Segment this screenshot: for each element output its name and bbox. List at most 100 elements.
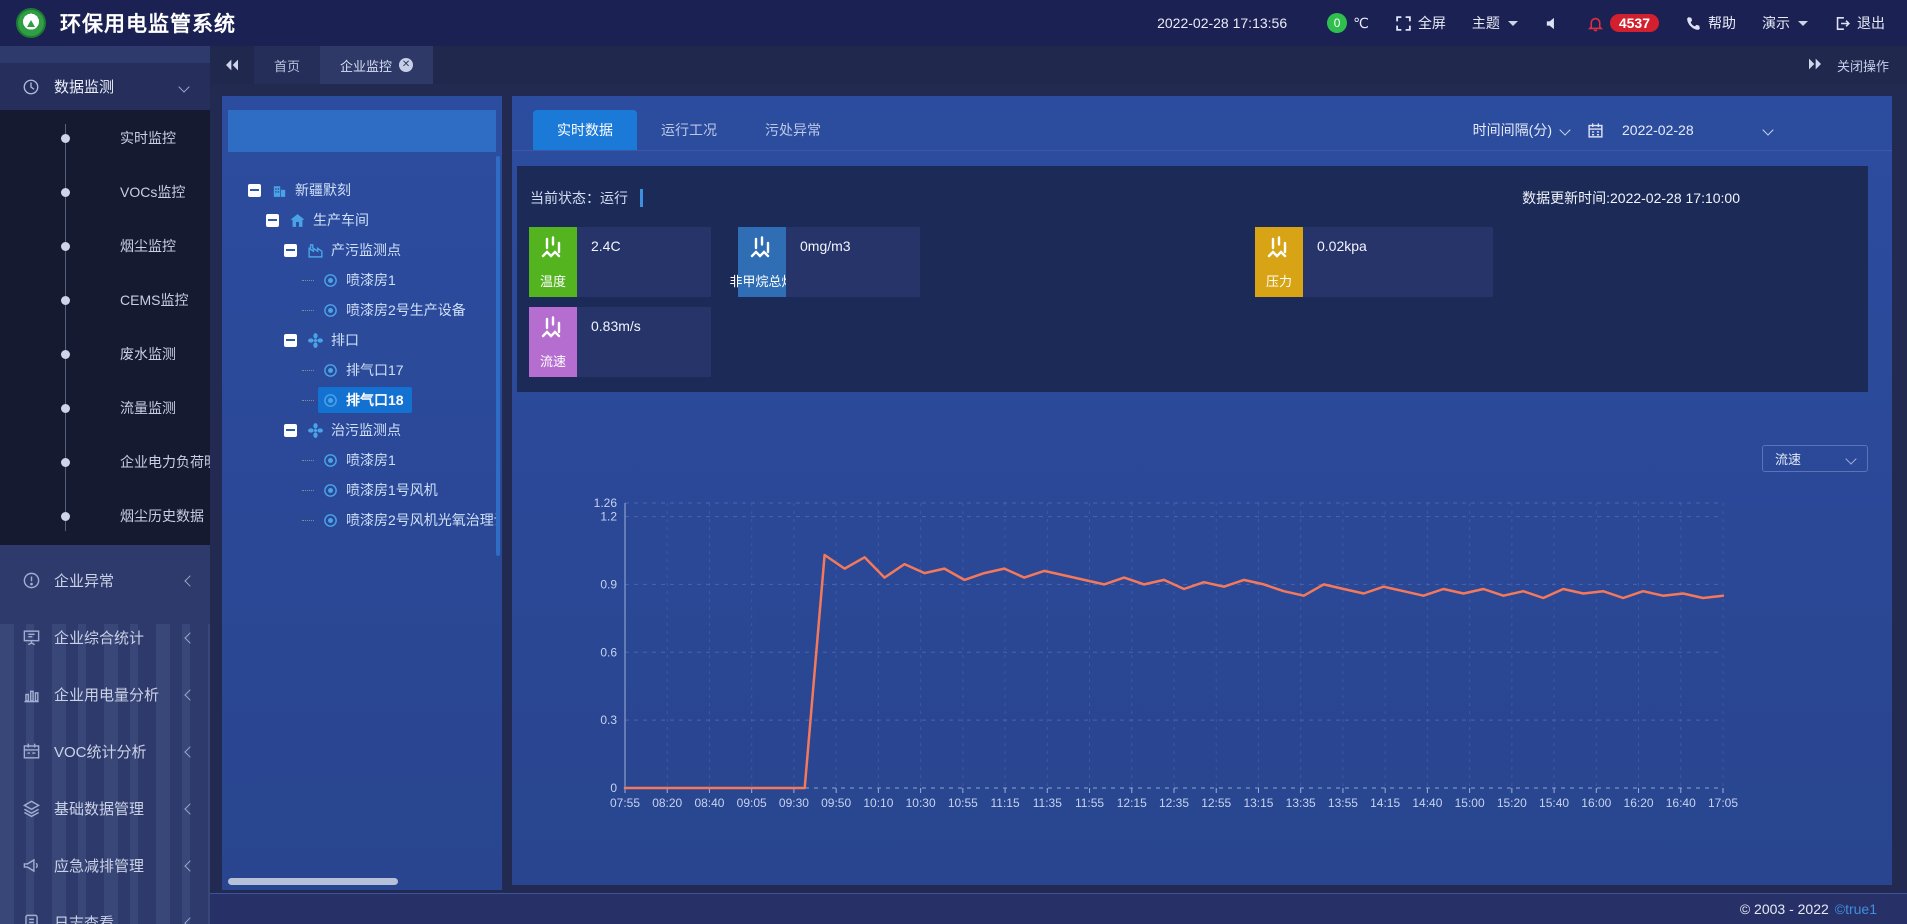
bullet-dot-icon — [61, 350, 70, 359]
fullscreen-button[interactable]: 全屏 — [1395, 13, 1446, 33]
fullscreen-icon — [1395, 15, 1412, 32]
app-logo-icon — [16, 8, 46, 38]
sidebar-item-label: 实时监控 — [120, 128, 176, 148]
tab-close-icon[interactable]: ✕ — [399, 58, 413, 72]
sidebar-section-4[interactable]: VOC统计分析 — [0, 723, 210, 780]
y-axis-tick-label: 0.3 — [600, 713, 617, 727]
tree-expand-toggle[interactable] — [284, 244, 297, 257]
tree-node-content: 喷漆房1号风机 — [318, 477, 446, 503]
tabs-scroll-right-button[interactable] — [1807, 57, 1823, 74]
sidebar-item-label: 烟尘历史数据 — [120, 506, 204, 526]
x-axis-tick-label: 11:15 — [991, 796, 1020, 810]
gauge-icon — [1266, 235, 1292, 261]
metric-card-0: 温度 2.4C — [529, 227, 711, 297]
window-tab-1[interactable]: 企业监控✕ — [320, 46, 433, 84]
series-select[interactable]: 流速 — [1762, 445, 1868, 472]
panel-tab-2[interactable]: 污处异常 — [741, 110, 845, 150]
panel-tab-0[interactable]: 实时数据 — [533, 110, 637, 150]
demo-button[interactable]: 演示 — [1762, 13, 1808, 33]
sidebar-section-5[interactable]: 基础数据管理 — [0, 780, 210, 837]
sidebar-item-5[interactable]: 流量监测 — [0, 394, 210, 422]
brand-link[interactable]: ©true1 — [1835, 901, 1877, 917]
tree-node-9[interactable]: 喷漆房1 — [302, 447, 404, 473]
tree-node-5[interactable]: 排口 — [284, 327, 367, 353]
sidebar-item-7[interactable]: 烟尘历史数据 — [0, 502, 210, 530]
metric-name: 压力 — [1266, 271, 1292, 290]
tabs-scroll-left-button[interactable] — [210, 46, 254, 84]
tree-horizontal-scrollbar[interactable] — [228, 878, 398, 885]
tree-node-content: 喷漆房2号生产设备 — [318, 297, 474, 323]
sidebar-item-4[interactable]: 废水监测 — [0, 340, 210, 368]
sidebar-item-1[interactable]: VOCs监控 — [0, 178, 210, 206]
x-axis-tick-label: 13:35 — [1286, 796, 1316, 810]
tree-node-0[interactable]: 新疆默刻 — [248, 177, 359, 203]
metric-card-2: 压力 0.02kpa — [1255, 227, 1493, 297]
target-icon — [322, 272, 339, 289]
close-operations-button[interactable]: 关闭操作 — [1837, 56, 1889, 75]
bullet-dot-icon — [61, 242, 70, 251]
tree-node-label: 新疆默刻 — [295, 180, 351, 200]
x-axis-tick-label: 11:55 — [1075, 796, 1104, 810]
sidebar-section-6[interactable]: 应急减排管理 — [0, 837, 210, 894]
tree-node-6[interactable]: 排气口17 — [302, 357, 412, 383]
sidebar-item-3[interactable]: CEMS监控 — [0, 286, 210, 314]
date-select[interactable]: 2022-02-28 — [1622, 122, 1772, 138]
tree-expand-toggle[interactable] — [266, 214, 279, 227]
factory-icon — [307, 242, 324, 259]
window-tab-0[interactable]: 首页 — [254, 46, 320, 84]
tree-node-3[interactable]: 喷漆房1 — [302, 267, 404, 293]
tree-node-1[interactable]: 生产车间 — [266, 207, 377, 233]
header-datetime: 2022-02-28 17:13:56 — [1157, 15, 1287, 31]
tree-expand-toggle[interactable] — [284, 424, 297, 437]
realtime-status-box: 当前状态：运行 数据更新时间:2022-02-28 17:10:00 温度 2.… — [517, 166, 1868, 392]
metric-value-box: 0.83m/s — [577, 307, 711, 377]
x-axis-tick-label: 11:35 — [1033, 796, 1062, 810]
sidebar-section-1[interactable]: 企业异常 — [0, 552, 210, 609]
help-button[interactable]: 帮助 — [1685, 13, 1736, 33]
help-label: 帮助 — [1708, 13, 1736, 33]
sidebar-item-0[interactable]: 实时监控 — [0, 124, 210, 152]
tree-node-label: 排气口17 — [346, 360, 404, 380]
tree-node-11[interactable]: 喷漆房2号风机光氧治理设备 — [302, 507, 498, 533]
sidebar-section-0[interactable]: 数据监测 — [0, 63, 210, 110]
metric-value-box: 2.4C — [577, 227, 711, 297]
tree-node-2[interactable]: 产污监测点 — [284, 237, 409, 263]
metric-tile: 温度 — [529, 227, 577, 297]
x-axis-tick-label: 09:05 — [737, 796, 767, 810]
tree-node-7[interactable]: 排气口18 — [302, 387, 412, 413]
mute-button[interactable] — [1544, 15, 1561, 32]
tree-node-4[interactable]: 喷漆房2号生产设备 — [302, 297, 474, 323]
tree-vertical-scrollbar[interactable] — [496, 156, 500, 556]
calendar-button[interactable] — [1587, 122, 1604, 139]
sidebar-item-6[interactable]: 企业电力负荷明细 — [0, 448, 210, 476]
panel-tab-1[interactable]: 运行工况 — [637, 110, 741, 150]
x-axis-tick-label: 13:15 — [1243, 796, 1273, 810]
tree-node-8[interactable]: 治污监测点 — [284, 417, 409, 443]
target-icon — [322, 482, 339, 499]
y-axis-tick-label: 1.26 — [594, 496, 618, 510]
metric-card-3: 流速 0.83m/s — [529, 307, 711, 377]
sidebar-section-3[interactable]: 企业用电量分析 — [0, 666, 210, 723]
alarm-button[interactable]: 4537 — [1587, 14, 1659, 32]
tree-expand-toggle[interactable] — [284, 334, 297, 347]
copyright-text: © 2003 - 2022 — [1740, 901, 1829, 917]
sidebar-section-7[interactable]: 日志查看 — [0, 894, 210, 924]
logout-button[interactable]: 退出 — [1834, 13, 1885, 33]
panel-divider — [512, 150, 1892, 151]
tree-node-10[interactable]: 喷漆房1号风机 — [302, 477, 446, 503]
tree-expand-toggle[interactable] — [248, 184, 261, 197]
tree-node-content: 喷漆房2号风机光氧治理设备 — [318, 507, 498, 533]
phone-icon — [1685, 15, 1702, 32]
theme-button[interactable]: 主题 — [1472, 13, 1518, 33]
sidebar-section-2[interactable]: 企业综合统计 — [0, 609, 210, 666]
bullet-dot-icon — [61, 134, 70, 143]
series-select-value: 流速 — [1775, 449, 1801, 468]
sidebar-item-2[interactable]: 烟尘监控 — [0, 232, 210, 260]
home-icon — [289, 212, 306, 229]
metric-value: 2.4C — [591, 238, 621, 254]
app-root: 环保用电监管系统 2022-02-28 17:13:56 0 ℃ 全屏 主题 4… — [0, 0, 1907, 924]
x-axis-tick-label: 07:55 — [610, 796, 640, 810]
section-collapsed-chevron-icon — [184, 803, 195, 814]
data-update-time: 数据更新时间:2022-02-28 17:10:00 — [1522, 188, 1740, 208]
interval-select[interactable]: 时间间隔(分) — [1473, 120, 1569, 140]
